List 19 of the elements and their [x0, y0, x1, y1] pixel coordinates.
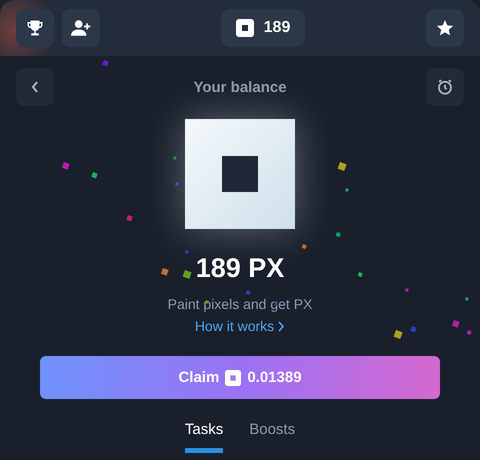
- tab[interactable]: Tasks: [184, 417, 224, 453]
- pixel-icon: [225, 370, 242, 386]
- page-title: Your balance: [193, 78, 287, 96]
- star-icon: [436, 19, 454, 37]
- favorites-button[interactable]: [426, 9, 464, 47]
- history-button[interactable]: [426, 68, 464, 106]
- tab[interactable]: Boosts: [249, 417, 296, 453]
- timer-icon: [436, 78, 454, 96]
- leaderboard-button[interactable]: [16, 9, 54, 47]
- balance-pill[interactable]: 189: [220, 9, 306, 47]
- invite-friend-button[interactable]: [62, 9, 100, 47]
- how-it-works-link[interactable]: How it works: [194, 318, 286, 334]
- claim-button[interactable]: Claim 0.01389: [40, 356, 440, 399]
- add-user-icon: [71, 19, 91, 37]
- chevron-left-icon: [31, 81, 39, 93]
- pixel-icon: [236, 19, 254, 37]
- trophy-icon: [26, 19, 44, 37]
- balance-amount: 189 PX: [196, 253, 284, 284]
- chevron-right-icon: [278, 320, 286, 332]
